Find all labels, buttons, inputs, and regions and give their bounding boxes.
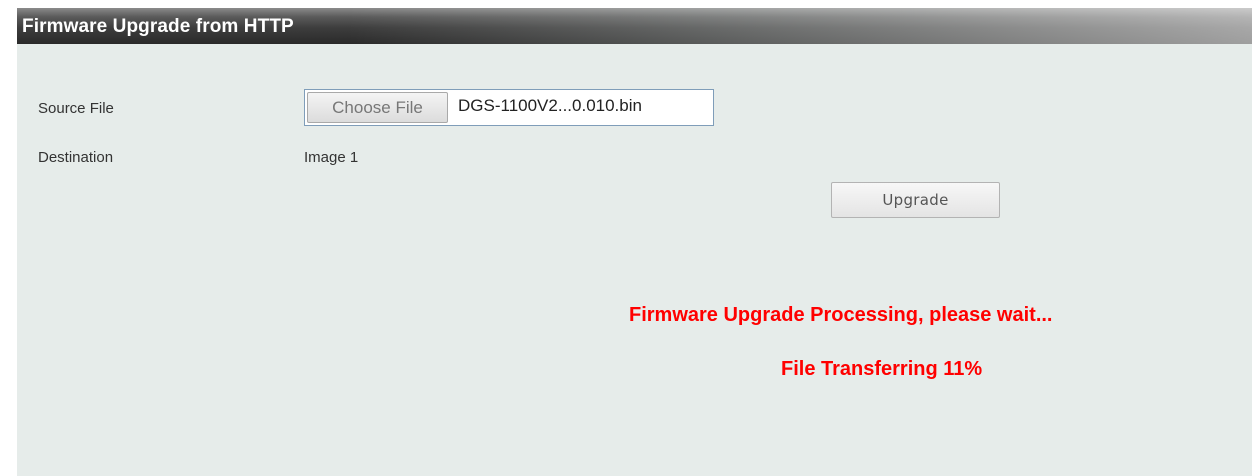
destination-value: Image 1 [304,149,359,166]
upgrade-button[interactable]: Upgrade [831,182,1000,218]
title-bar-gradient [347,8,1252,44]
page-title: Firmware Upgrade from HTTP [22,16,294,37]
panel-title-bar: Firmware Upgrade from HTTP [17,8,1252,44]
processing-status-message: Firmware Upgrade Processing, please wait… [629,304,1053,326]
source-file-input[interactable]: Choose File DGS-1100V2...0.010.bin [304,89,714,126]
source-file-label: Source File [38,100,114,117]
firmware-upgrade-panel: Firmware Upgrade from HTTP Source File C… [17,8,1252,476]
transfer-progress-message: File Transferring 11% [781,358,983,380]
choose-file-button[interactable]: Choose File [307,92,448,123]
selected-file-name: DGS-1100V2...0.010.bin [458,96,642,115]
destination-label: Destination [38,149,114,166]
